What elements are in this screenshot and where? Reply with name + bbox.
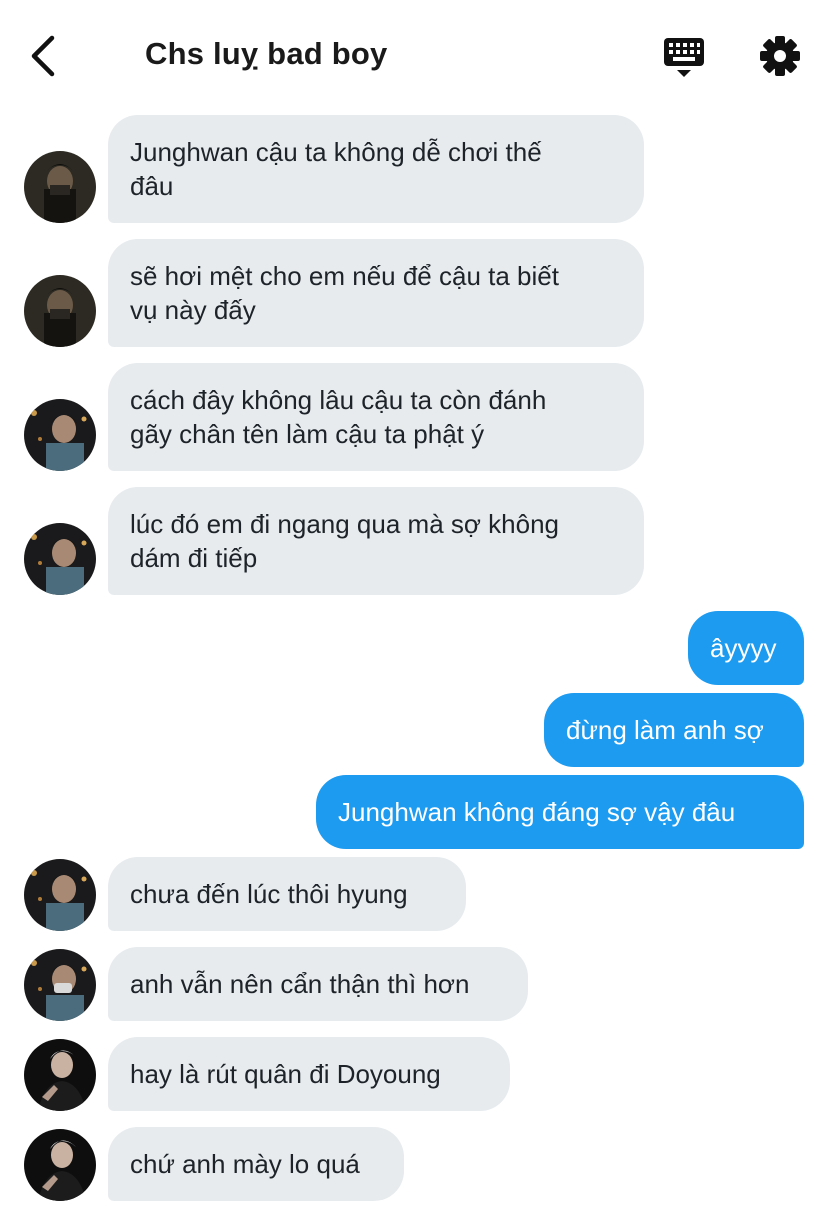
avatar[interactable] <box>24 523 96 595</box>
message-bubble-incoming[interactable]: Junghwan cậu ta không dễ chơi thế đâu <box>108 115 644 223</box>
avatar[interactable] <box>24 151 96 223</box>
keyboard-icon <box>664 38 704 77</box>
back-button[interactable] <box>26 34 66 78</box>
message-bubble-outgoing[interactable]: Junghwan không đáng sợ vậy đâu <box>316 775 804 849</box>
chat-header: Chs luỵ bad boy <box>0 0 828 112</box>
message-bubble-incoming[interactable]: cách đây không lâu cậu ta còn đánh gãy c… <box>108 363 644 471</box>
message-bubble-incoming[interactable]: lúc đó em đi ngang qua mà sợ không dám đ… <box>108 487 644 595</box>
avatar[interactable] <box>24 275 96 347</box>
avatar-photo-icon <box>24 949 96 1021</box>
message-bubble-incoming[interactable]: hay là rút quân đi Doyoung <box>108 1037 510 1111</box>
avatar-photo-icon <box>24 151 96 223</box>
avatar[interactable] <box>24 949 96 1021</box>
avatar[interactable] <box>24 1039 96 1111</box>
message-bubble-incoming[interactable]: sẽ hơi mệt cho em nếu để cậu ta biết vụ … <box>108 239 644 347</box>
avatar-photo-icon <box>24 399 96 471</box>
message-bubble-incoming[interactable]: chưa đến lúc thôi hyung <box>108 857 466 931</box>
avatar-photo-icon <box>24 859 96 931</box>
avatar[interactable] <box>24 859 96 931</box>
avatar-photo-icon <box>24 1039 96 1111</box>
avatar[interactable] <box>24 1129 96 1201</box>
avatar-photo-icon <box>24 1129 96 1201</box>
message-bubble-incoming[interactable]: anh vẫn nên cẩn thận thì hơn <box>108 947 528 1021</box>
avatar-photo-icon <box>24 275 96 347</box>
avatar[interactable] <box>24 399 96 471</box>
message-bubble-outgoing[interactable]: âyyyy <box>688 611 804 685</box>
avatar-photo-icon <box>24 523 96 595</box>
gear-icon <box>760 36 800 76</box>
message-bubble-outgoing[interactable]: đừng làm anh sợ <box>544 693 804 767</box>
chevron-left-icon <box>31 35 55 77</box>
settings-button[interactable] <box>758 34 802 78</box>
chat-title: Chs luỵ bad boy <box>145 36 388 71</box>
message-bubble-incoming[interactable]: chứ anh mày lo quá <box>108 1127 404 1201</box>
keyboard-button[interactable] <box>662 36 706 80</box>
